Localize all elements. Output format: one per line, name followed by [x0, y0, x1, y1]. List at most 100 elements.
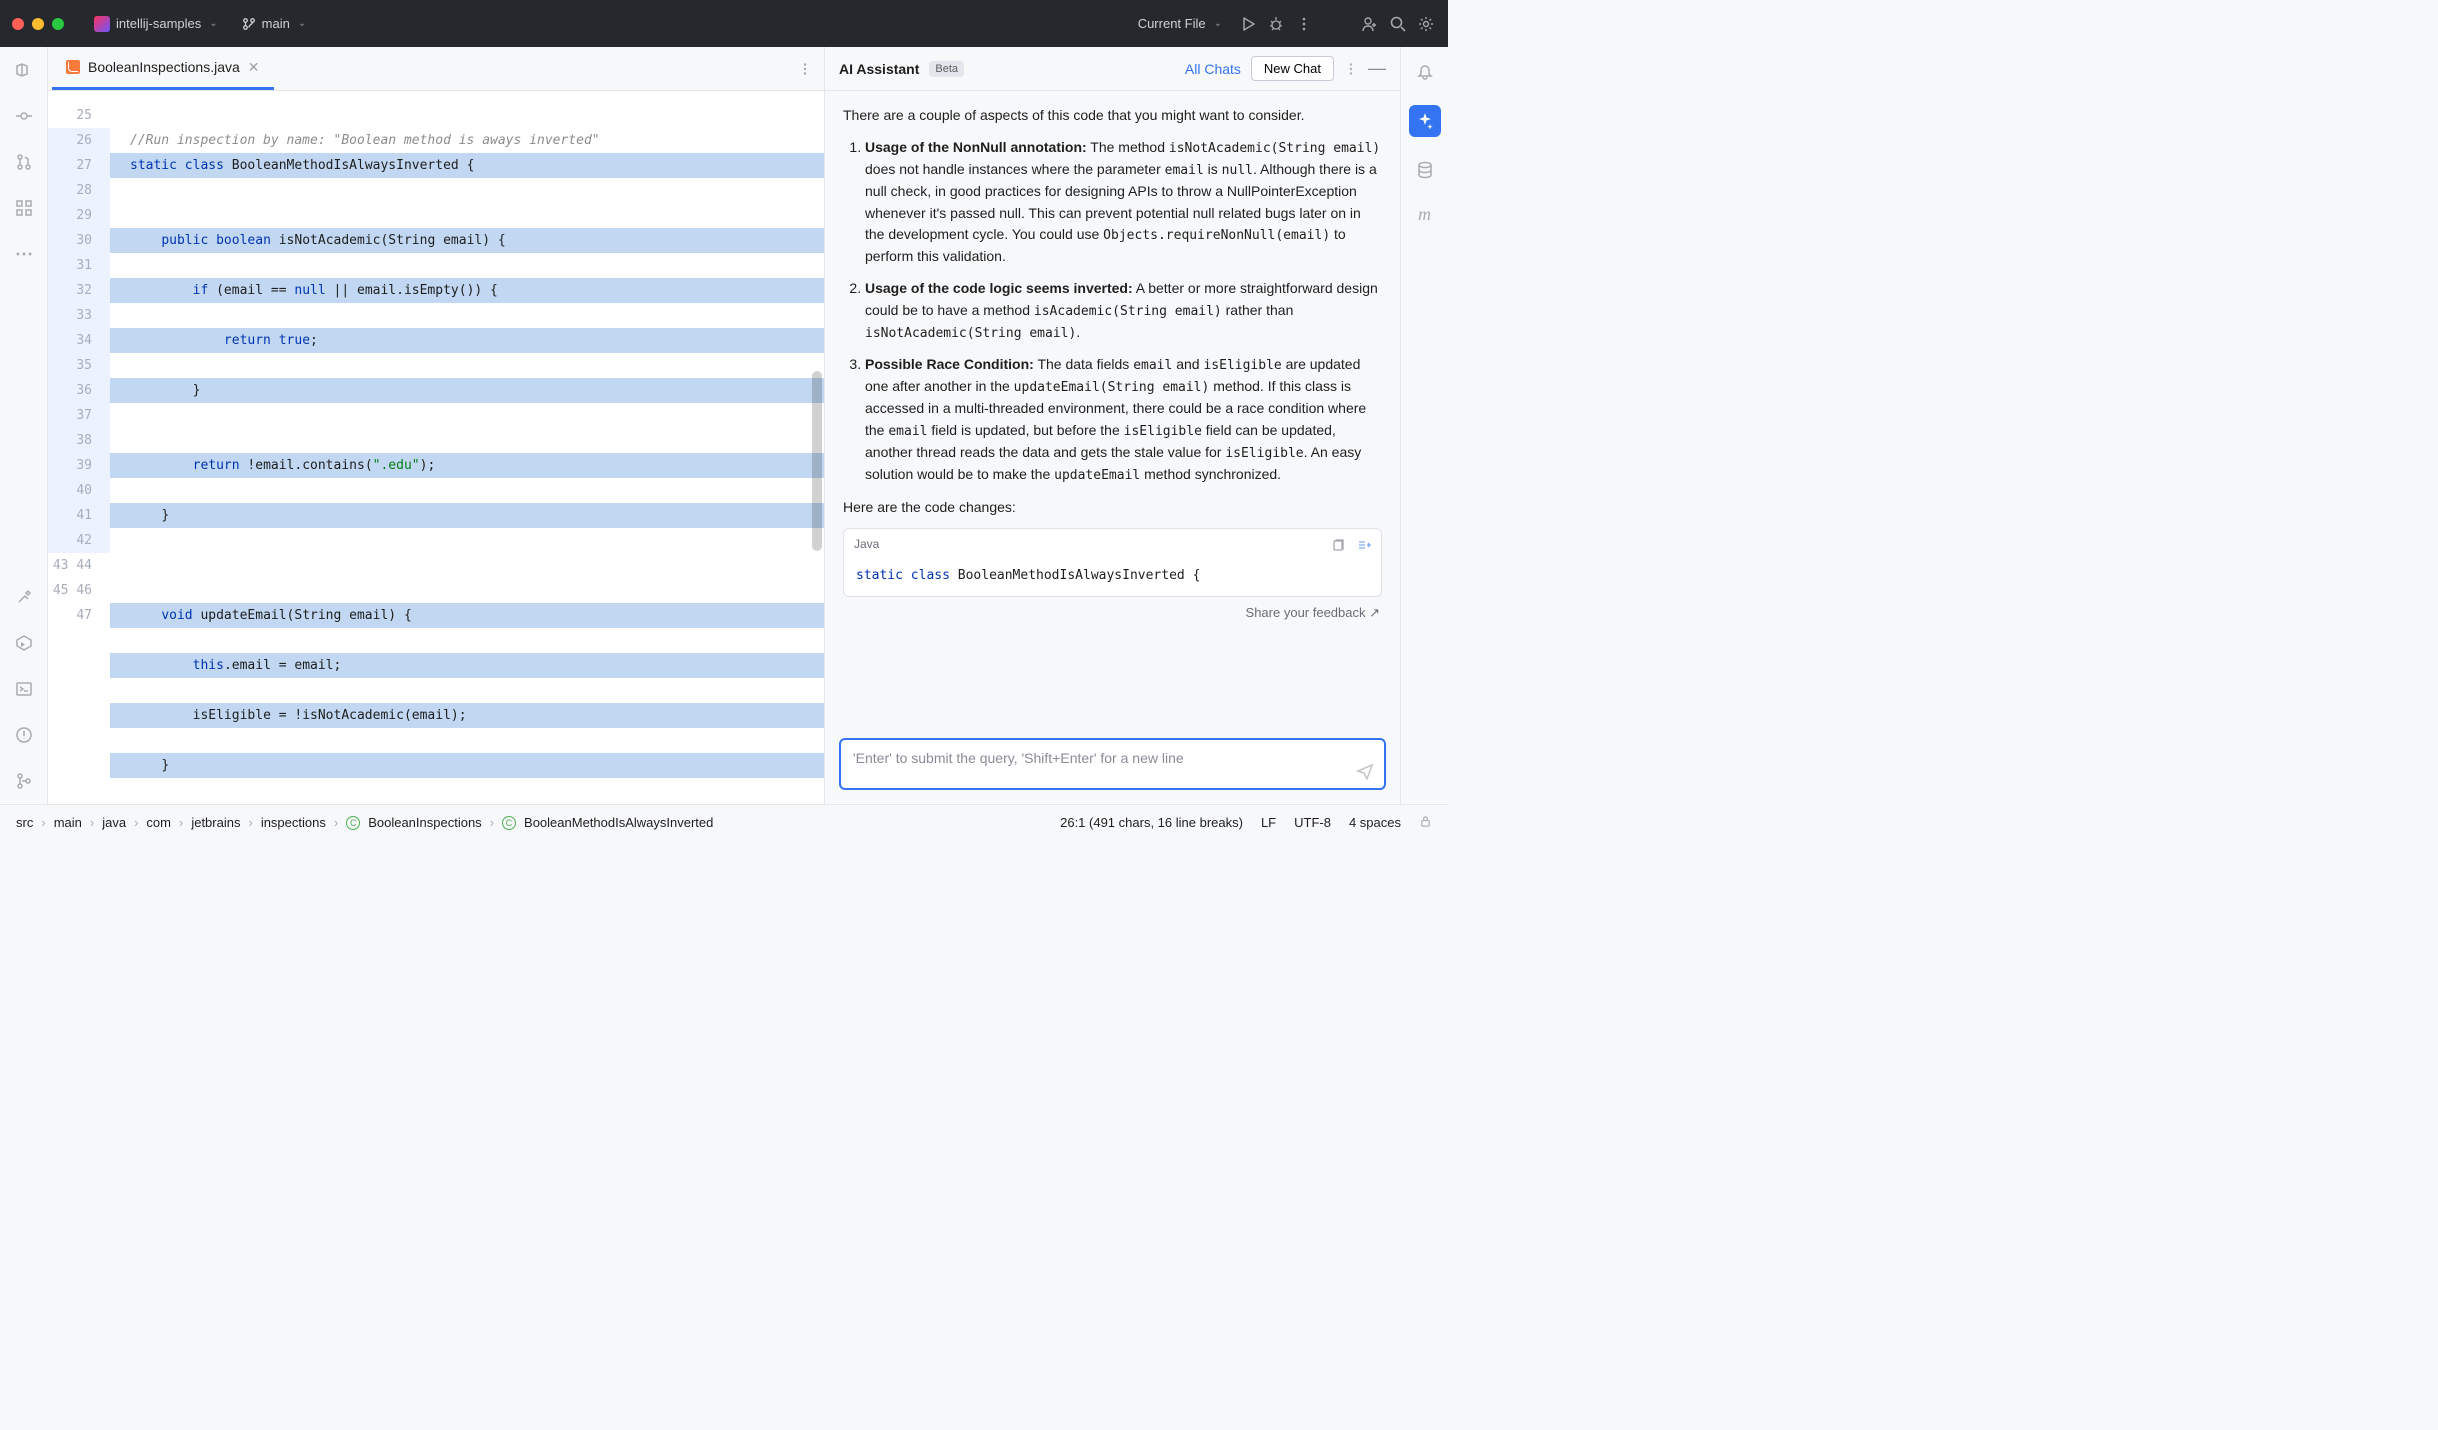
search-icon[interactable] [1388, 14, 1408, 34]
ai-panel-header: AI Assistant Beta All Chats New Chat — [825, 47, 1400, 91]
maximize-window-button[interactable] [52, 18, 64, 30]
crumb[interactable]: BooleanMethodIsAlwaysInverted [524, 815, 713, 830]
ai-panel-title: AI Assistant [839, 61, 919, 77]
line-num: 30 [48, 228, 110, 253]
run-button[interactable] [1238, 14, 1258, 34]
more-tool-icon[interactable] [13, 243, 35, 265]
project-name: intellij-samples [116, 16, 201, 31]
line-num: 32 [48, 278, 110, 303]
problems-tool-icon[interactable] [13, 724, 35, 746]
services-tool-icon[interactable] [13, 632, 35, 654]
snippet-body: static class BooleanMethodIsAlwaysInvert… [844, 560, 1381, 596]
line-num: 39 [48, 453, 110, 478]
more-actions-button[interactable] [1294, 14, 1314, 34]
editor-area: BooleanInspections.java ✕ 25 26 27 28 29… [48, 47, 824, 804]
snippet-lang: Java [854, 535, 879, 554]
ai-prompt-input[interactable] [853, 750, 1344, 766]
all-chats-link[interactable]: All Chats [1185, 61, 1241, 77]
line-num: 27 [48, 153, 110, 178]
crumb[interactable]: inspections [261, 815, 326, 830]
chevron-down-icon: ⌄ [298, 18, 306, 29]
settings-icon[interactable] [1416, 14, 1436, 34]
line-separator[interactable]: LF [1261, 815, 1276, 830]
crumb[interactable]: main [54, 815, 82, 830]
breadcrumbs[interactable]: src› main› java› com› jetbrains› inspect… [16, 815, 713, 830]
commit-tool-icon[interactable] [13, 105, 35, 127]
line-num: 33 [48, 303, 110, 328]
editor-scrollbar[interactable] [812, 371, 822, 551]
pull-requests-icon[interactable] [13, 151, 35, 173]
notifications-icon[interactable] [1414, 61, 1436, 83]
panel-options-icon[interactable] [1344, 62, 1358, 76]
close-window-button[interactable] [12, 18, 24, 30]
crumb[interactable]: src [16, 815, 33, 830]
line-num: 28 [48, 178, 110, 203]
right-tool-strip: m [1400, 47, 1448, 804]
crumb[interactable]: BooleanInspections [368, 815, 481, 830]
ai-point-2: Usage of the code logic seems inverted: … [865, 278, 1382, 344]
copy-snippet-icon[interactable] [1331, 538, 1345, 552]
code-with-me-icon[interactable] [1360, 14, 1380, 34]
status-bar: src› main› java› com› jetbrains› inspect… [0, 804, 1448, 840]
close-tab-icon[interactable]: ✕ [248, 59, 260, 76]
editor-tabs: BooleanInspections.java ✕ [48, 47, 824, 91]
ai-assistant-tool-icon[interactable] [1409, 105, 1441, 137]
readonly-toggle-icon[interactable] [1419, 815, 1432, 830]
code-editor[interactable]: 25 26 27 28 29 30 31 32 33 34 35 36 37 3… [48, 91, 824, 804]
code-content[interactable]: //Run inspection by name: "Boolean metho… [110, 91, 824, 804]
java-file-icon [66, 60, 80, 74]
branch-name: main [262, 16, 290, 31]
class-icon: C [346, 816, 360, 830]
window-controls [12, 18, 64, 30]
database-tool-icon[interactable] [1414, 159, 1436, 181]
tab-filename: BooleanInspections.java [88, 59, 240, 75]
caret-position[interactable]: 26:1 (491 chars, 16 line breaks) [1060, 815, 1243, 830]
line-num: 35 [48, 353, 110, 378]
line-num: 44 [76, 558, 92, 573]
crumb[interactable]: com [146, 815, 171, 830]
crumb[interactable]: java [102, 815, 126, 830]
debug-button[interactable] [1266, 14, 1286, 34]
editor-tab[interactable]: BooleanInspections.java ✕ [52, 47, 274, 90]
line-num: 34 [48, 328, 110, 353]
git-tool-icon[interactable] [13, 770, 35, 792]
line-num: 43 [53, 558, 69, 573]
build-tool-icon[interactable] [13, 586, 35, 608]
run-config-selector[interactable]: Current File ⌄ [1130, 12, 1230, 35]
line-num: 31 [48, 253, 110, 278]
line-num: 40 [48, 478, 110, 503]
insert-snippet-icon[interactable] [1357, 538, 1371, 552]
line-num: 26 [48, 128, 110, 153]
new-chat-button[interactable]: New Chat [1251, 56, 1334, 81]
line-num: 45 [53, 583, 69, 598]
crumb[interactable]: jetbrains [191, 815, 240, 830]
indent-setting[interactable]: 4 spaces [1349, 815, 1401, 830]
minimize-panel-icon[interactable]: — [1368, 58, 1386, 79]
branch-selector[interactable]: main ⌄ [234, 12, 315, 35]
tab-options-icon[interactable] [798, 62, 812, 76]
titlebar: intellij-samples ⌄ main ⌄ Current File ⌄ [0, 0, 1448, 47]
send-icon[interactable] [1356, 762, 1374, 780]
ai-point-1: Usage of the NonNull annotation: The met… [865, 137, 1382, 268]
project-tool-icon[interactable] [13, 59, 35, 81]
line-num: 37 [48, 403, 110, 428]
file-encoding[interactable]: UTF-8 [1294, 815, 1331, 830]
line-num: 29 [48, 203, 110, 228]
project-selector[interactable]: intellij-samples ⌄ [86, 12, 226, 36]
feedback-link[interactable]: Share your feedback ↗ [843, 597, 1382, 623]
terminal-tool-icon[interactable] [13, 678, 35, 700]
structure-tool-icon[interactable] [13, 197, 35, 219]
branch-icon [242, 17, 256, 31]
ai-intro-text: There are a couple of aspects of this co… [843, 105, 1382, 127]
ai-assistant-panel: AI Assistant Beta All Chats New Chat — T… [824, 47, 1400, 804]
line-num: 46 [76, 583, 92, 598]
ai-input-box[interactable] [839, 738, 1386, 790]
line-num: 47 [76, 608, 92, 623]
maven-tool-icon[interactable]: m [1414, 203, 1436, 225]
minimize-window-button[interactable] [32, 18, 44, 30]
ai-point-3: Possible Race Condition: The data fields… [865, 354, 1382, 486]
line-num: 38 [48, 428, 110, 453]
app-icon [94, 16, 110, 32]
line-num: 36 [48, 378, 110, 403]
ai-changes-label: Here are the code changes: [843, 497, 1382, 519]
